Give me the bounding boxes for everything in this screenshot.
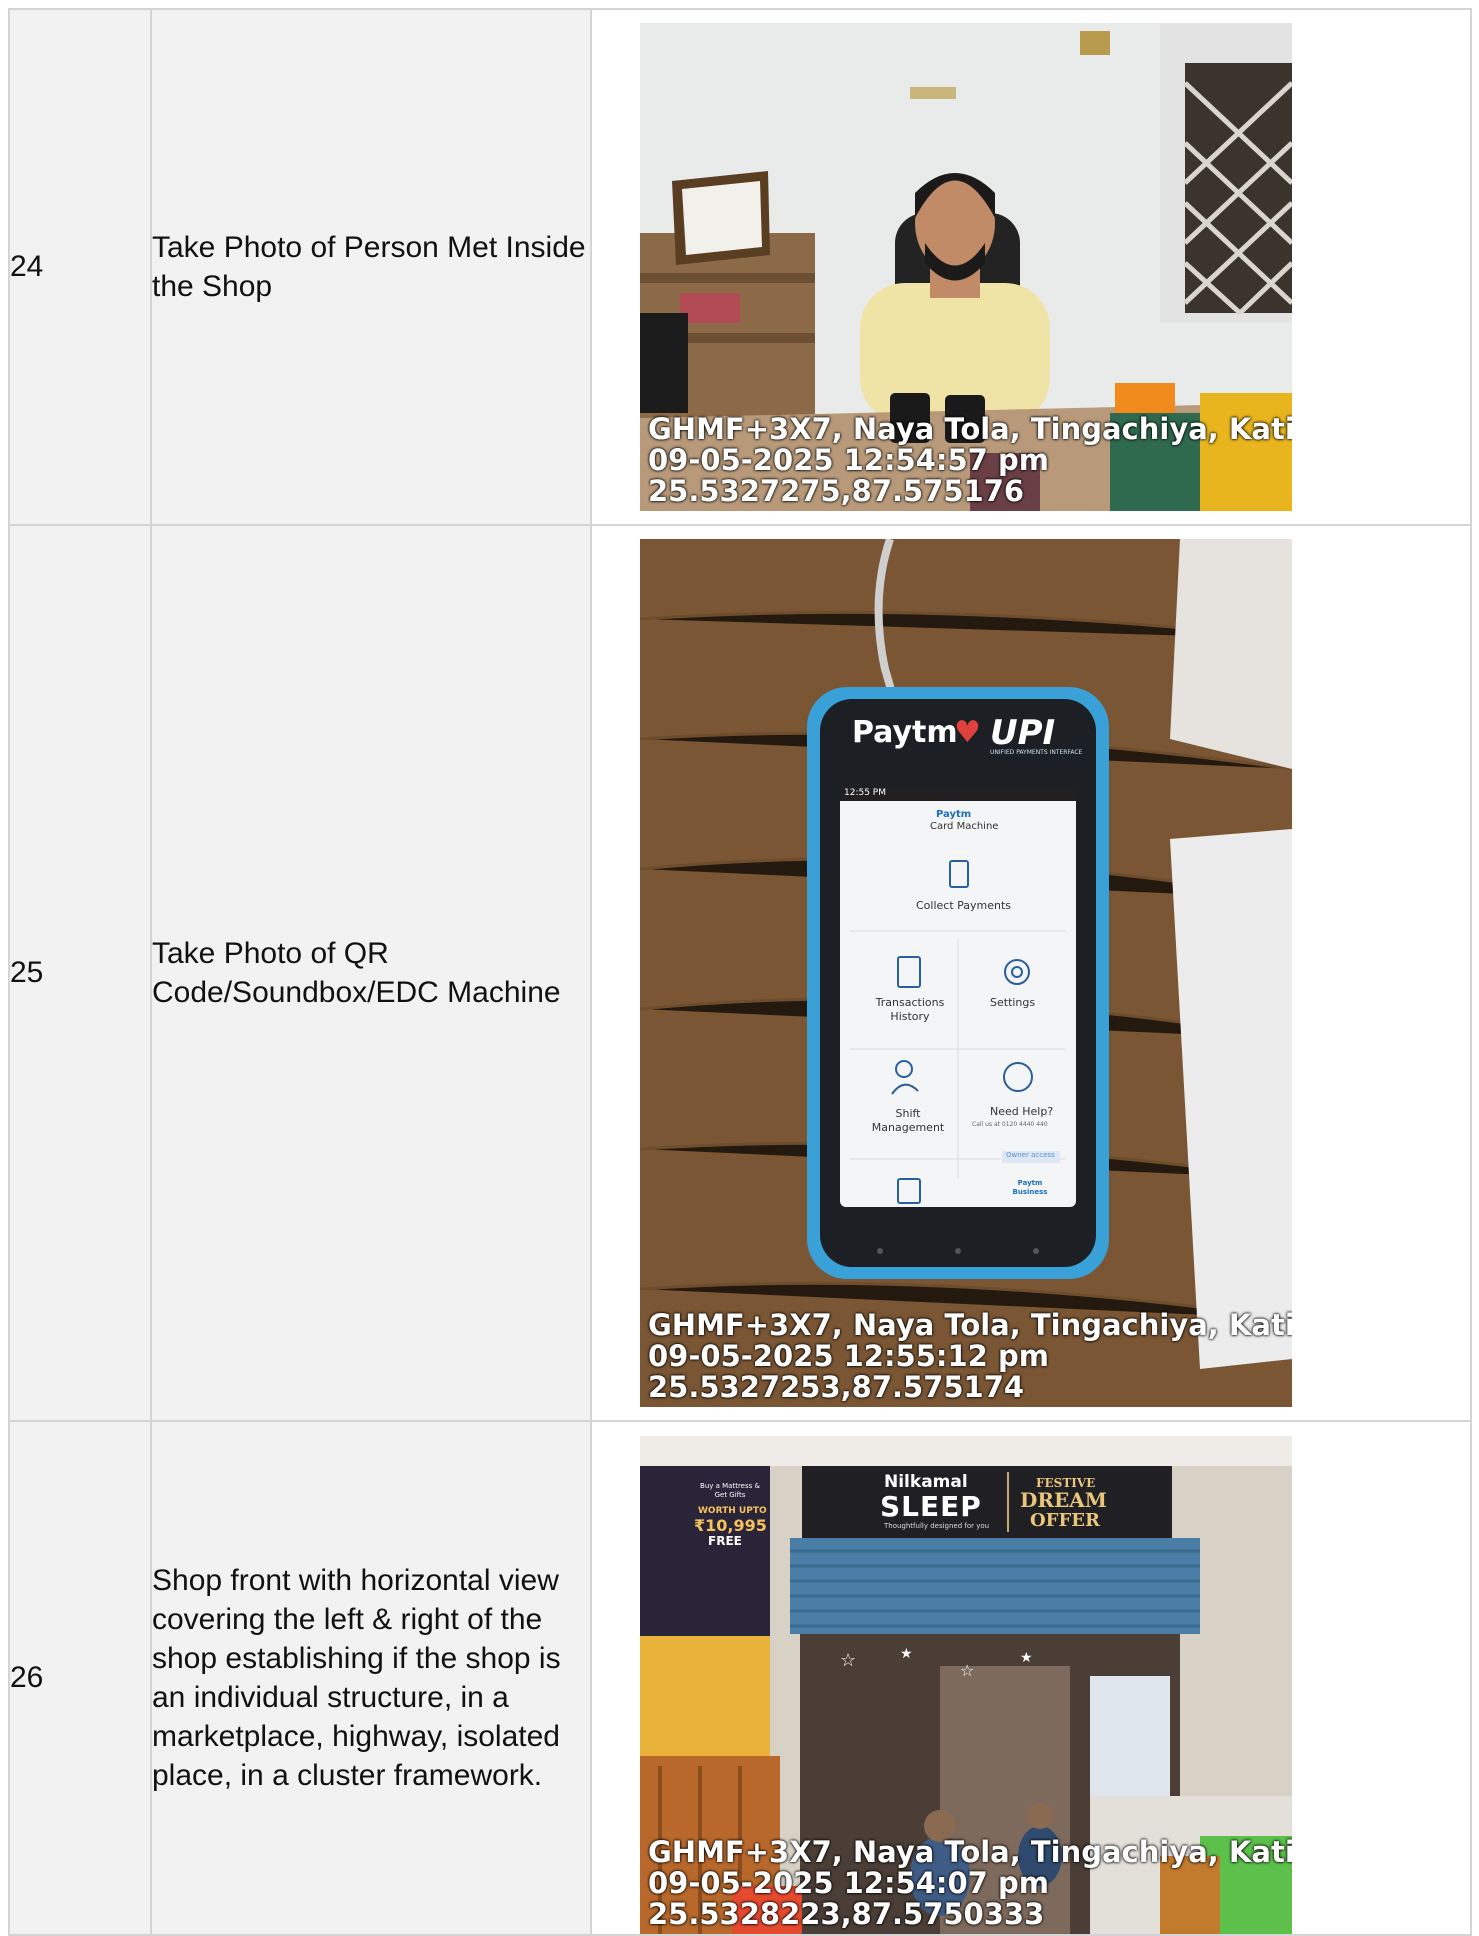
- status-time: 12:55 PM: [844, 788, 886, 798]
- help-phone: Call us at 0120 4440 440: [972, 1121, 1048, 1128]
- owner-access-button[interactable]: Owner access: [1006, 1151, 1055, 1159]
- svg-text:☆: ☆: [840, 1650, 856, 1671]
- transactions-history-button[interactable]: Transactions History: [870, 996, 950, 1024]
- stamp-datetime: 09-05-2025 12:54:57 pm: [648, 443, 1049, 477]
- stamp-address: GHMF+3X7, Naya Tola, Tingachiya, Katihar…: [648, 1308, 1292, 1342]
- need-help-button[interactable]: Need Help?: [990, 1105, 1053, 1118]
- person-met-photo[interactable]: GHMF+3X7, Naya Tola, Tingachiya, Katihar…: [640, 23, 1292, 511]
- poster-price: ₹10,995: [694, 1516, 767, 1535]
- sleep-logo: SLEEP: [880, 1490, 982, 1523]
- nilkamal-logo: Nilkamal: [884, 1472, 968, 1492]
- geo-timestamp: GHMF+3X7, Naya Tola, Tingachiya, Katihar…: [648, 414, 1292, 507]
- photo-cell: GHMF+3X7, Naya Tola, Tingachiya, Katihar…: [590, 8, 1472, 526]
- stamp-address: GHMF+3X7, Naya Tola, Tingachiya, Katihar…: [648, 1835, 1292, 1869]
- paytm-business-logo: Paytm Business: [1012, 1179, 1048, 1196]
- row-number: 25: [8, 524, 152, 1422]
- row-description: Take Photo of QR Code/Soundbox/EDC Machi…: [150, 524, 592, 1422]
- stamp-coords: 25.5327275,87.575176: [648, 474, 1025, 508]
- offer-text: OFFER: [1030, 1510, 1100, 1531]
- svg-text:☆: ☆: [960, 1661, 974, 1680]
- settings-button[interactable]: Settings: [990, 996, 1035, 1009]
- table-row: 25 Take Photo of QR Code/Soundbox/EDC Ma…: [8, 524, 1472, 1422]
- geo-timestamp: GHMF+3X7, Naya Tola, Tingachiya, Katihar…: [648, 1837, 1292, 1930]
- app-title: Card Machine: [930, 821, 999, 832]
- stamp-datetime: 09-05-2025 12:55:12 pm: [648, 1339, 1049, 1373]
- stamp-address: GHMF+3X7, Naya Tola, Tingachiya, Katihar…: [648, 412, 1292, 446]
- heart-icon: ♥: [954, 715, 981, 750]
- paytm-logo: Paytm: [852, 715, 958, 750]
- stamp-coords: 25.5327253,87.575174: [648, 1370, 1025, 1404]
- photo-cell: Paytm ♥ UPI UNIFIED PAYMENTS INTERFACE 1…: [590, 524, 1472, 1422]
- row-number: 24: [8, 8, 152, 526]
- stamp-coords: 25.5328223,87.5750333: [648, 1897, 1045, 1931]
- row-description: Take Photo of Person Met Inside the Shop: [150, 8, 592, 526]
- row-number: 26: [8, 1420, 152, 1936]
- inspection-table: 24 Take Photo of Person Met Inside the S…: [8, 8, 1472, 1936]
- poster-headline: Buy a Mattress & Get Gifts: [700, 1482, 760, 1499]
- app-brand: Paytm: [936, 809, 972, 820]
- svg-text:★: ★: [1020, 1650, 1033, 1666]
- geo-timestamp: GHMF+3X7, Naya Tola, Tingachiya, Katihar…: [648, 1310, 1292, 1403]
- collect-payments-button[interactable]: Collect Payments: [916, 899, 1011, 912]
- shift-management-button[interactable]: Shift Management: [866, 1107, 950, 1135]
- poster-free: FREE: [708, 1534, 742, 1548]
- sleep-tagline: Thoughtfully designed for you: [884, 1522, 990, 1530]
- dream-text: DREAM: [1020, 1488, 1107, 1512]
- svg-text:★: ★: [900, 1646, 913, 1662]
- table-row: 26 Shop front with horizontal view cover…: [8, 1420, 1472, 1936]
- table-row: 24 Take Photo of Person Met Inside the S…: [8, 8, 1472, 526]
- upi-subtitle: UNIFIED PAYMENTS INTERFACE: [990, 749, 1083, 756]
- edc-device-image: [640, 539, 1292, 1407]
- edc-machine-photo[interactable]: Paytm ♥ UPI UNIFIED PAYMENTS INTERFACE 1…: [640, 539, 1292, 1407]
- stamp-datetime: 09-05-2025 12:54:07 pm: [648, 1866, 1049, 1900]
- shop-front-photo[interactable]: ☆ ★ ☆ ★ Nilkamal SLEEP Thoughtfully desi…: [640, 1436, 1292, 1934]
- poster-worth: WORTH UPTO: [698, 1506, 767, 1516]
- row-description: Shop front with horizontal view covering…: [150, 1420, 592, 1936]
- upi-logo: UPI: [990, 713, 1056, 753]
- photo-cell: ☆ ★ ☆ ★ Nilkamal SLEEP Thoughtfully desi…: [590, 1420, 1472, 1936]
